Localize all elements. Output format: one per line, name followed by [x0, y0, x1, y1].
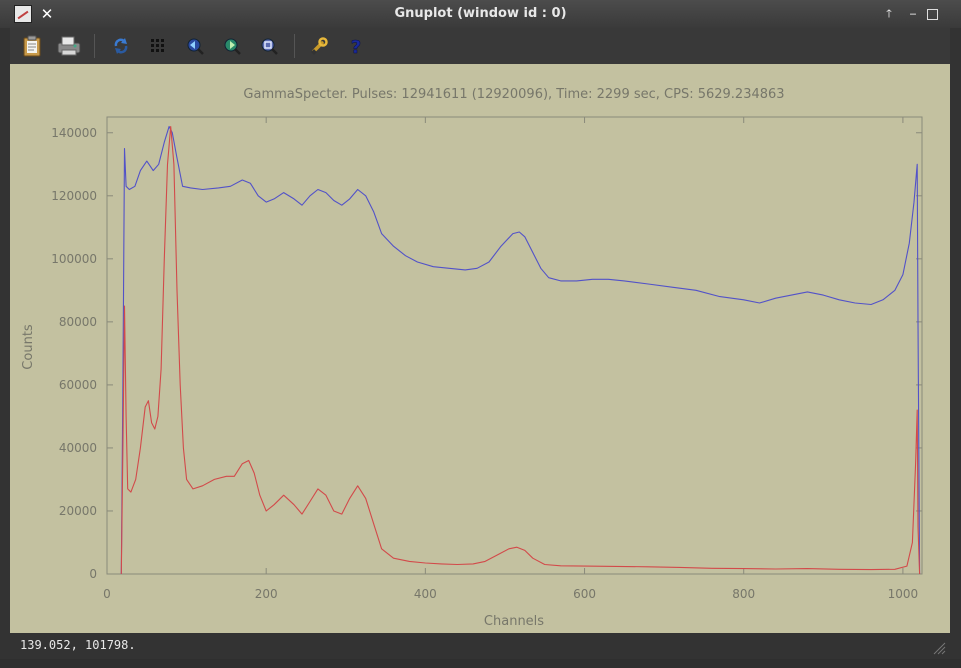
y-tick-label: 80000 [59, 315, 97, 329]
grid-icon [151, 39, 164, 52]
plot-area[interactable]: GammaSpecter. Pulses: 12941611 (12920096… [10, 64, 950, 633]
x-tick-label: 1000 [888, 587, 919, 601]
y-tick-label: 60000 [59, 378, 97, 392]
help-button[interactable]: ? [343, 33, 369, 59]
title-bar[interactable]: ✕ Gnuplot (window id : 0) 🡑 ‒ □ [0, 0, 961, 28]
toolbar: ? [10, 28, 950, 64]
maximize-button[interactable]: □ [927, 9, 938, 20]
copy-to-clipboard-button[interactable] [19, 33, 45, 59]
print-button[interactable] [56, 33, 82, 59]
x-tick-label: 0 [103, 587, 111, 601]
autoscale-icon [261, 38, 278, 55]
keep-above-button[interactable]: 🡑 [880, 6, 898, 22]
autoscale-button[interactable] [256, 33, 282, 59]
toolbar-separator [294, 34, 295, 58]
gnuplot-window: ✕ Gnuplot (window id : 0) 🡑 ‒ □ [0, 0, 961, 668]
series-line-1 [120, 125, 921, 575]
y-tick-label: 100000 [51, 252, 97, 266]
grid-button[interactable] [145, 33, 171, 59]
zoom-next-button[interactable] [219, 33, 245, 59]
x-tick-label: 400 [414, 587, 437, 601]
window-title: Gnuplot (window id : 0) [394, 6, 567, 21]
x-axis-label: Channels [484, 614, 544, 629]
toolbar-separator [94, 34, 95, 58]
clipboard-icon [23, 35, 41, 57]
y-axis-label: Counts [21, 324, 36, 370]
chart-title: GammaSpecter. Pulses: 12941611 (12920096… [243, 87, 784, 102]
replot-icon [114, 38, 128, 54]
zoom-next-icon [224, 38, 241, 55]
resize-grip-icon[interactable] [932, 641, 946, 655]
settings-button[interactable] [306, 33, 332, 59]
svg-text:?: ? [351, 37, 361, 56]
series-line-0 [120, 125, 921, 575]
y-tick-label: 140000 [51, 126, 97, 140]
help-icon: ? [351, 37, 362, 56]
y-tick-label: 20000 [59, 504, 97, 518]
minimize-button[interactable]: ‒ [904, 6, 922, 22]
x-tick-label: 600 [573, 587, 596, 601]
cursor-coordinates: 139.052, 101798. [20, 638, 136, 652]
spectrum-chart[interactable]: GammaSpecter. Pulses: 12941611 (12920096… [10, 64, 950, 633]
series-group [120, 125, 921, 575]
x-tick-label: 200 [255, 587, 278, 601]
window-frame [0, 659, 961, 668]
x-tick-label: 800 [732, 587, 755, 601]
y-tick-label: 40000 [59, 441, 97, 455]
settings-wrench-icon [311, 37, 328, 55]
zoom-previous-icon [187, 38, 204, 55]
replot-button[interactable] [108, 33, 134, 59]
print-icon [57, 36, 81, 56]
status-bar: 139.052, 101798. [10, 633, 950, 659]
y-tick-label: 0 [89, 567, 97, 581]
zoom-previous-button[interactable] [182, 33, 208, 59]
axes: 0 20000 40000 60000 80000 100000 120000 140000 0… [51, 116, 923, 601]
y-tick-label: 120000 [51, 189, 97, 203]
plot-border [106, 116, 923, 575]
